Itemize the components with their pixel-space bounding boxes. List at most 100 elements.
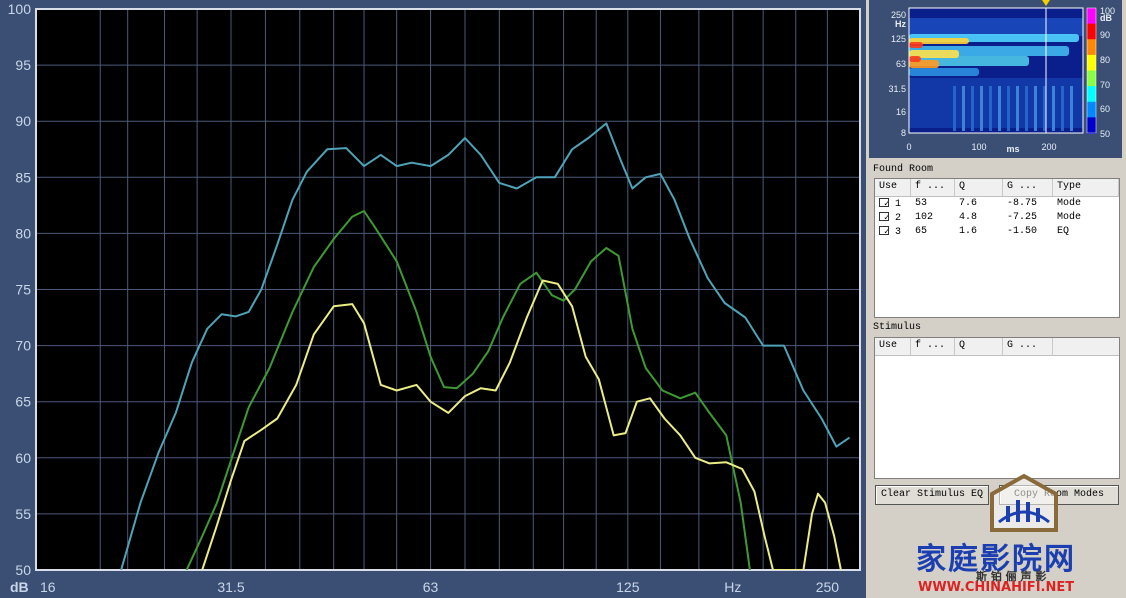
y-tick-label: 90 bbox=[15, 113, 31, 129]
colorbar-segment bbox=[1087, 86, 1096, 103]
stimulus-header: Use f ... Q G ... bbox=[875, 338, 1119, 356]
col-type-header[interactable]: Type bbox=[1053, 179, 1119, 196]
colorbar-tick: 90 bbox=[1100, 30, 1110, 40]
colorbar-tick: 70 bbox=[1100, 80, 1110, 90]
x-tick-label: 31.5 bbox=[217, 579, 244, 595]
y-tick-label: 95 bbox=[15, 57, 31, 73]
spec-streak bbox=[1007, 86, 1010, 131]
row-use: 2 bbox=[895, 213, 902, 224]
row-g: -1.50 bbox=[1007, 226, 1038, 237]
colorbar-tick: 100 bbox=[1100, 6, 1115, 16]
row-f: 102 bbox=[915, 212, 934, 223]
colorbar-segment bbox=[1087, 23, 1096, 41]
colorbar-tick: 60 bbox=[1100, 104, 1110, 114]
spec-y-unit: Hz bbox=[895, 19, 906, 29]
use-checkbox[interactable]: ✓ bbox=[879, 212, 889, 221]
row-q: 7.6 bbox=[959, 198, 978, 209]
x-tick-label: 63 bbox=[423, 579, 439, 595]
spectrogram-chart[interactable]: 2501256331.5168Hz0 100 200msdB100908070605… bbox=[869, 0, 1122, 158]
spec-streak bbox=[1070, 86, 1073, 131]
col-q-header[interactable]: Q bbox=[955, 179, 1003, 196]
spec-streak bbox=[953, 86, 956, 131]
spec-streak bbox=[1061, 86, 1064, 131]
colorbar-segment bbox=[1087, 70, 1096, 88]
y-tick-label: 65 bbox=[15, 394, 31, 410]
spec-streak bbox=[998, 86, 1001, 131]
col-use-header[interactable]: Use bbox=[875, 338, 911, 355]
spec-streak bbox=[1016, 86, 1019, 131]
colorbar-tick: 50 bbox=[1100, 129, 1110, 139]
y-tick-label: 70 bbox=[15, 338, 31, 354]
response-chart[interactable]: 100 95 90 85 80 75 70 65 60 55 50 16 31.5 63 125 250 dB H… bbox=[0, 0, 866, 598]
spec-band bbox=[909, 42, 923, 48]
frequency-response-plot[interactable]: 100 95 90 85 80 75 70 65 60 55 50 16 31.5 63 125 250 dB H… bbox=[0, 0, 866, 598]
found-room-header: Use f ... Q G ... Type bbox=[875, 179, 1119, 197]
colorbar-segment bbox=[1087, 39, 1096, 56]
x-tick-label: 250 bbox=[816, 579, 840, 595]
colorbar-tick: 80 bbox=[1100, 55, 1110, 65]
col-g-header[interactable]: G ... bbox=[1003, 338, 1053, 355]
spec-y-tick: 63 bbox=[896, 59, 906, 69]
spec-x-unit: ms bbox=[1006, 144, 1019, 154]
spec-y-tick: 31.5 bbox=[888, 84, 906, 94]
spec-streak bbox=[989, 86, 992, 131]
y-tick-label: 55 bbox=[15, 506, 31, 522]
row-q: 4.8 bbox=[959, 212, 978, 223]
spec-streak bbox=[980, 86, 983, 131]
col-q-header[interactable]: Q bbox=[955, 338, 1003, 355]
spec-y-tick: 8 bbox=[901, 128, 906, 138]
spec-band bbox=[909, 78, 1083, 128]
found-room-title: Found Room bbox=[873, 164, 934, 175]
x-unit-label: Hz bbox=[724, 579, 741, 595]
use-checkbox[interactable]: ✓ bbox=[879, 198, 889, 207]
stimulus-list[interactable]: Use f ... Q G ... bbox=[874, 337, 1120, 479]
found-room-row[interactable]: ✓ 3 65 1.6 -1.50 EQ bbox=[875, 225, 1119, 239]
y-unit-label: dB bbox=[10, 579, 29, 595]
colorbar-segment bbox=[1087, 101, 1096, 119]
watermark-url: WWW.CHINAHIFI.NET bbox=[918, 580, 1075, 595]
x-tick-label: 125 bbox=[616, 579, 640, 595]
watermark: 家庭影院网 斯 铂 俪 声 影 WWW.CHINAHIFI.NET bbox=[906, 472, 1126, 598]
spec-x-tick: 100 bbox=[971, 142, 986, 152]
spec-streak bbox=[1034, 86, 1037, 131]
y-tick-label: 80 bbox=[15, 225, 31, 241]
colorbar-segment bbox=[1087, 8, 1096, 25]
row-use: 1 bbox=[895, 199, 902, 210]
found-room-row[interactable]: ✓ 1 53 7.6 -8.75 Mode bbox=[875, 197, 1119, 211]
y-tick-label: 85 bbox=[15, 169, 31, 185]
use-checkbox[interactable]: ✓ bbox=[879, 226, 889, 235]
found-room-row[interactable]: ✓ 2 102 4.8 -7.25 Mode bbox=[875, 211, 1119, 225]
spec-x-tick: 200 bbox=[1041, 142, 1056, 152]
row-type: Mode bbox=[1057, 212, 1082, 223]
y-tick-label: 100 bbox=[8, 1, 32, 17]
col-use-header[interactable]: Use bbox=[875, 179, 911, 196]
spec-band bbox=[909, 18, 1083, 36]
row-g: -7.25 bbox=[1007, 212, 1038, 223]
row-g: -8.75 bbox=[1007, 198, 1038, 209]
spec-streak bbox=[962, 86, 965, 131]
stimulus-title: Stimulus bbox=[873, 322, 922, 333]
spec-band bbox=[909, 68, 979, 76]
spec-y-tick: 125 bbox=[891, 34, 906, 44]
spec-band bbox=[909, 56, 921, 62]
colorbar-segment bbox=[1087, 54, 1096, 72]
col-f-header[interactable]: f ... bbox=[911, 179, 955, 196]
spec-streak bbox=[1025, 86, 1028, 131]
row-f: 53 bbox=[915, 198, 928, 209]
spec-streak bbox=[971, 86, 974, 131]
y-tick-label: 50 bbox=[15, 562, 31, 578]
col-f-header[interactable]: f ... bbox=[911, 338, 955, 355]
spec-x-tick: 0 bbox=[906, 142, 911, 152]
col-g-header[interactable]: G ... bbox=[1003, 179, 1053, 196]
colorbar-segment bbox=[1087, 117, 1096, 134]
spectrogram-panel[interactable]: 250 125 63 31.5 16 8 Hz 0 100 200 ms dB 100 90 80 70 60 5… bbox=[869, 0, 1122, 158]
row-use: 3 bbox=[895, 227, 902, 238]
y-tick-label: 75 bbox=[15, 282, 31, 298]
time-cursor-marker bbox=[1042, 0, 1050, 6]
found-room-list[interactable]: Use f ... Q G ... Type ✓ 1 53 7.6 -8.75 M… bbox=[874, 178, 1120, 318]
x-tick-label: 16 bbox=[40, 579, 56, 595]
spec-streak bbox=[1052, 86, 1055, 131]
spec-y-tick: 16 bbox=[896, 107, 906, 117]
row-f: 65 bbox=[915, 226, 928, 237]
row-q: 1.6 bbox=[959, 226, 978, 237]
